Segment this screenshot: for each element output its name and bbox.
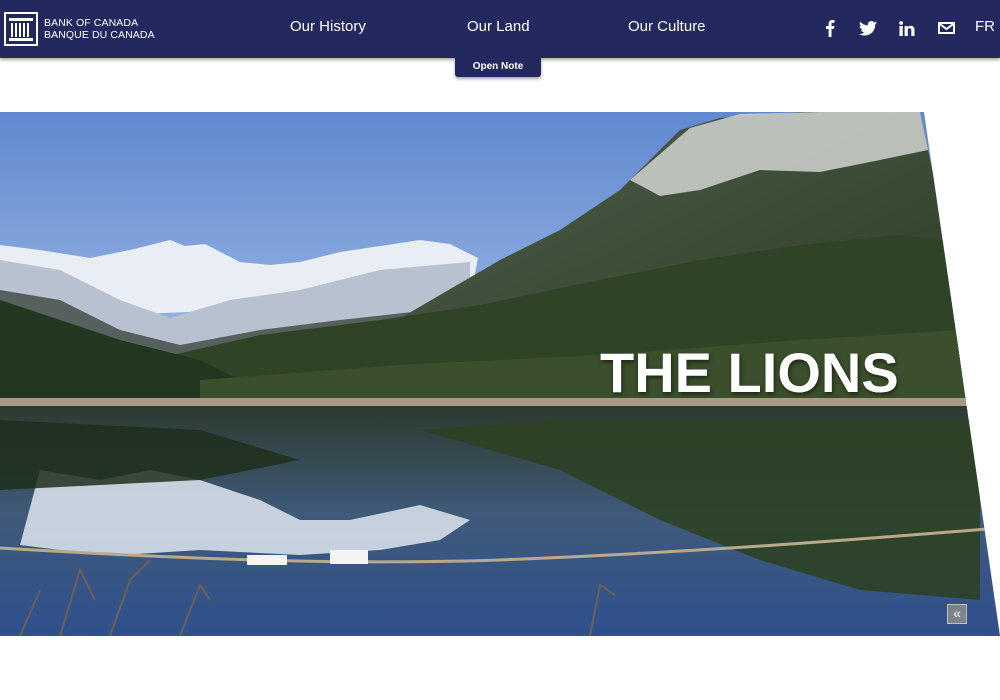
bank-of-canada-logo-link[interactable]: BANK OF CANADA BANQUE DU CANADA	[4, 11, 155, 47]
logo-line-english: BANK OF CANADA	[44, 17, 139, 29]
language-toggle-fr[interactable]: FR	[975, 18, 995, 35]
top-navigation-bar: BANK OF CANADA BANQUE DU CANADA Our Hist…	[0, 0, 1000, 58]
facebook-icon[interactable]	[823, 17, 837, 39]
mail-icon[interactable]	[936, 17, 956, 39]
bank-building-icon	[4, 12, 38, 46]
logo-line-french: BANQUE DU CANADA	[44, 29, 155, 41]
nav-our-history[interactable]: Our History	[290, 18, 366, 35]
open-note-tab[interactable]: Open Note	[455, 58, 541, 77]
logo-wordmark: BANK OF CANADA BANQUE DU CANADA	[44, 17, 155, 41]
collapse-panel-button[interactable]: «	[947, 604, 967, 624]
linkedin-icon[interactable]	[897, 17, 917, 39]
hero-title: THE LIONS	[600, 341, 899, 404]
nav-our-culture[interactable]: Our Culture	[628, 18, 706, 35]
nav-our-land[interactable]: Our Land	[467, 18, 530, 35]
twitter-icon[interactable]	[858, 17, 878, 39]
